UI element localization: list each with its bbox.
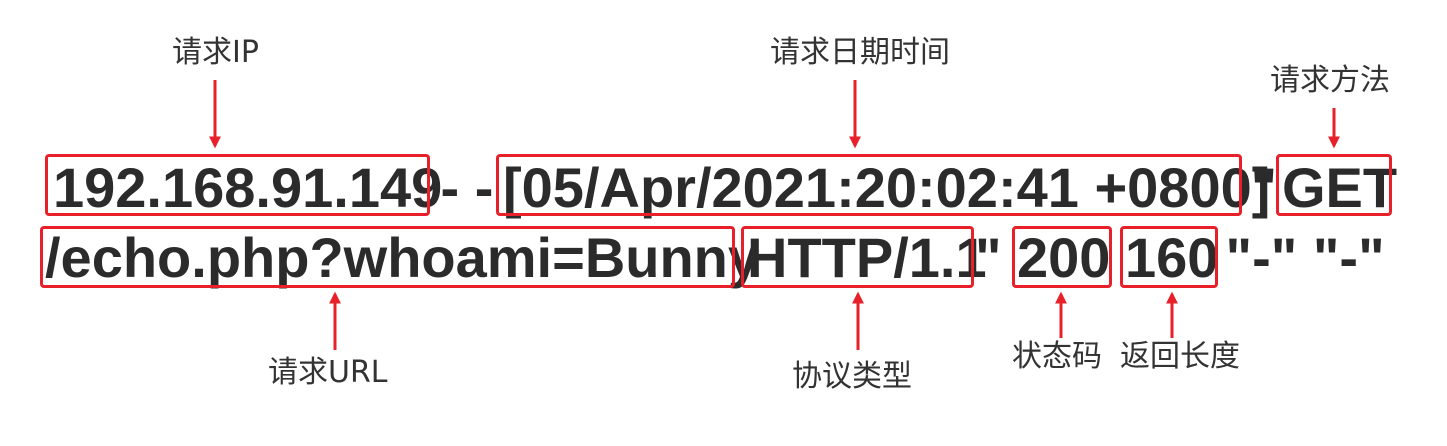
label-response-length: 返回长度	[1120, 339, 1240, 374]
label-status-code: 状态码	[1012, 339, 1102, 374]
label-request-ip: 请求IP	[172, 35, 259, 70]
label-protocol-type: 协议类型	[792, 359, 912, 394]
label-request-datetime: 请求日期时间	[770, 35, 950, 70]
label-request-method: 请求方法	[1270, 63, 1390, 98]
label-request-url: 请求URL	[268, 355, 388, 390]
